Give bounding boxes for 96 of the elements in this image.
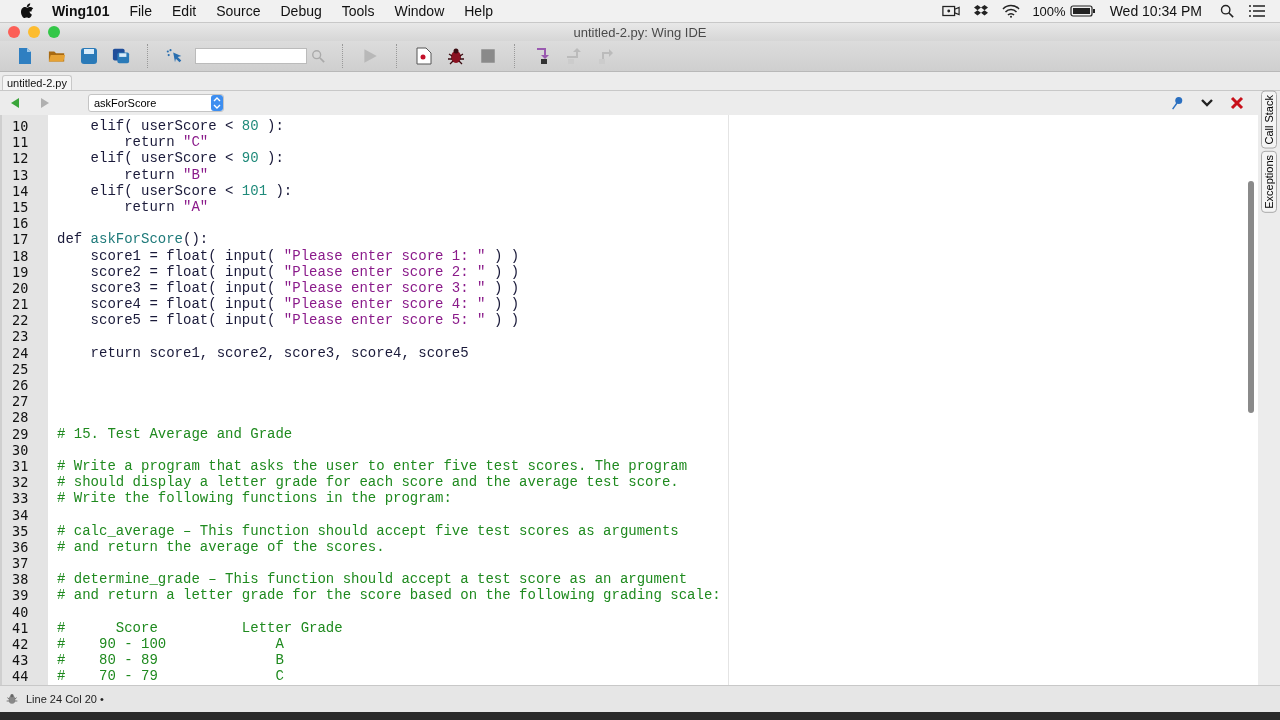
code-line: elif( userScore < 90 ): — [89, 150, 284, 167]
line-number: 34 — [11, 506, 30, 523]
line-number: 29 — [11, 425, 30, 442]
line-number: 36 — [11, 538, 30, 556]
line-number: 33 — [11, 490, 30, 507]
line-number: 13 — [11, 166, 30, 183]
window-title: untitled-2.py: Wing IDE — [572, 24, 708, 40]
menu-item[interactable]: Source — [216, 3, 261, 19]
code-line: # and return a letter grade for the score based on the following grading scale: — [57, 587, 721, 604]
code-line: # Score Letter Grade — [57, 619, 343, 636]
pointer-icon[interactable] — [166, 47, 184, 65]
search-field[interactable] — [195, 48, 307, 64]
code-line: score5 = float( input( "Please enter score 5: " ) ) — [89, 312, 520, 329]
list-icon[interactable] — [1248, 4, 1266, 18]
wifi-icon[interactable] — [1002, 4, 1021, 18]
code-line: elif( userScore < 80 ): — [89, 118, 284, 134]
line-number: 26 — [11, 377, 30, 394]
status-text: Line 24 Col 20 • — [26, 693, 104, 705]
side-tab[interactable]: Call Stack — [1261, 91, 1277, 149]
line-number: 16 — [11, 215, 30, 232]
menu-item[interactable]: Help — [464, 3, 494, 19]
menu-item[interactable]: Debug — [280, 3, 322, 19]
scrollbar-thumb[interactable] — [1248, 181, 1254, 413]
search-icon[interactable] — [1218, 4, 1236, 18]
new-file-icon[interactable] — [16, 47, 34, 65]
menu-item[interactable]: Window — [394, 3, 445, 19]
line-number: 30 — [11, 441, 30, 458]
line-number: 24 — [11, 344, 30, 361]
bug-icon[interactable] — [447, 47, 465, 65]
code-line: # 70 - 79 C — [57, 668, 284, 685]
code-line: # 15. Test Average and Grade — [57, 425, 293, 442]
line-number: 41 — [11, 619, 30, 636]
stop-icon[interactable] — [479, 47, 497, 65]
pin-icon[interactable] — [1170, 96, 1184, 110]
code-line: # Write a program that asks the user to enter five test scores. The program — [57, 457, 688, 474]
side-tab[interactable]: Exceptions — [1261, 150, 1277, 213]
menu-item[interactable]: Edit — [172, 3, 197, 19]
line-number: 42 — [11, 636, 30, 653]
line-number: 37 — [11, 555, 30, 572]
line-number: 39 — [11, 587, 30, 604]
line-number: 19 — [11, 263, 30, 280]
line-number: 22 — [11, 312, 30, 329]
code-line: return "A" — [123, 198, 209, 215]
breakpoint-page-icon[interactable] — [415, 47, 433, 65]
code-line: score3 = float( input( "Please enter score 3: " ) ) — [89, 279, 520, 296]
line-number: 28 — [11, 409, 30, 426]
code-line: score1 = float( input( "Please enter score 1: " ) ) — [89, 247, 520, 264]
menu-item[interactable]: File — [129, 3, 152, 19]
line-number: 32 — [11, 474, 30, 491]
line-number: 20 — [11, 279, 30, 297]
code-line: # Write the following functions in the program: — [57, 490, 452, 507]
code-line: # should display a letter grade for each score and the average test score. — [57, 474, 679, 491]
battery-icon[interactable] — [1069, 4, 1096, 18]
line-number: 21 — [11, 296, 30, 313]
line-number: 17 — [11, 231, 30, 248]
line-number: 18 — [11, 247, 30, 264]
camera-icon[interactable] — [942, 4, 961, 18]
code-line: score4 = float( input( "Please enter score 4: " ) ) — [89, 296, 520, 313]
line-number: 11 — [11, 134, 30, 151]
line-number: 25 — [11, 360, 30, 377]
close-button[interactable] — [8, 26, 20, 38]
apple-logo-icon[interactable] — [20, 3, 34, 19]
line-number: 44 — [11, 668, 30, 685]
code-line: return "C" — [123, 134, 209, 151]
code-line: elif( userScore < 101 ): — [89, 182, 293, 199]
code-line: # 90 - 100 A — [57, 636, 284, 652]
code-line: score2 = float( input( "Please enter score 2: " ) ) — [89, 263, 520, 280]
line-number: 38 — [11, 571, 30, 588]
close-icon[interactable] — [1230, 96, 1244, 110]
menu-item[interactable]: Tools — [341, 3, 375, 19]
line-number: 43 — [11, 652, 30, 669]
line-number: 31 — [11, 457, 30, 475]
line-number: 15 — [11, 198, 30, 216]
code-line: return "B" — [123, 166, 209, 183]
box-icon[interactable] — [972, 4, 991, 18]
stepper-icon[interactable] — [211, 95, 223, 111]
menu-clock[interactable]: Wed 10:34 PM — [1109, 3, 1202, 19]
scope-dropdown[interactable]: askForScore — [88, 94, 224, 112]
code-line: # and return the average of the scores. — [57, 538, 385, 555]
file-tab[interactable]: untitled-2.py — [2, 75, 72, 90]
code-line: # calc_average – This function should accept five test scores as arguments — [57, 522, 679, 539]
line-number: 10 — [11, 118, 30, 135]
line-number: 12 — [11, 150, 30, 167]
line-number: 23 — [11, 328, 30, 345]
line-number: 35 — [11, 522, 30, 539]
code-line: return score1, score2, score3, score4, score5 — [89, 344, 469, 361]
code-line: # determine_grade – This function should accept a test score as an argument — [57, 571, 688, 588]
line-number: 27 — [11, 393, 30, 410]
battery-percentage: 100% — [1032, 3, 1066, 19]
bug-icon — [6, 693, 18, 705]
line-number: 14 — [11, 182, 30, 199]
line-number: 40 — [11, 603, 30, 620]
app-menu[interactable]: Wing101 — [52, 3, 110, 19]
code-line: def askForScore(): — [57, 231, 209, 248]
code-line: # 80 - 89 B — [57, 652, 284, 669]
disks-icon[interactable] — [112, 47, 130, 65]
